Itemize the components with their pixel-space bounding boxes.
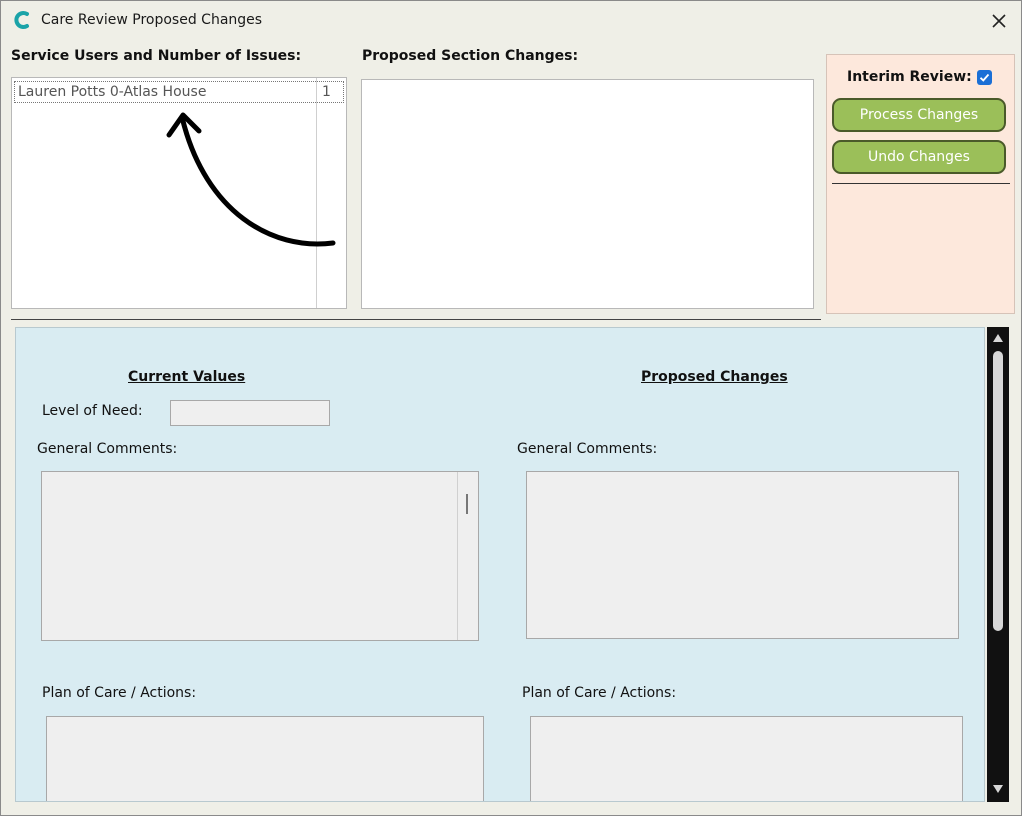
- service-user-name: Lauren Potts 0-Atlas House: [18, 84, 207, 100]
- triangle-up-icon: [993, 334, 1003, 342]
- scrollbar-thumb[interactable]: [466, 494, 468, 514]
- proposed-changes-heading: Proposed Changes: [641, 369, 788, 385]
- service-users-list[interactable]: Lauren Potts 0-Atlas House 1: [11, 77, 347, 309]
- divider: [832, 183, 1010, 184]
- undo-changes-button[interactable]: Undo Changes: [832, 140, 1006, 174]
- issue-count: 1: [322, 84, 331, 100]
- list-item[interactable]: Lauren Potts 0-Atlas House 1: [14, 81, 344, 103]
- title-bar: Care Review Proposed Changes: [1, 1, 1021, 41]
- proposed-section-list[interactable]: [361, 79, 814, 309]
- proposed-general-comments-label: General Comments:: [517, 441, 658, 457]
- proposed-general-comments-field[interactable]: [526, 471, 959, 639]
- care-review-window: Care Review Proposed Changes Service Use…: [0, 0, 1022, 816]
- checkmark-icon: [979, 73, 990, 82]
- close-button[interactable]: [985, 7, 1013, 35]
- close-icon: [992, 14, 1006, 28]
- current-values-heading: Current Values: [128, 369, 246, 385]
- proposed-plan-of-care-label: Plan of Care / Actions:: [522, 685, 677, 701]
- change-details-panel: Current Values Proposed Changes Level of…: [15, 327, 985, 802]
- action-panel: Interim Review: Process Changes Undo Cha…: [826, 54, 1015, 314]
- scroll-up-button[interactable]: [991, 331, 1005, 345]
- process-changes-button[interactable]: Process Changes: [832, 98, 1006, 132]
- current-general-comments-label: General Comments:: [37, 441, 178, 457]
- current-plan-of-care-label: Plan of Care / Actions:: [42, 685, 197, 701]
- vertical-scrollbar[interactable]: [987, 327, 1009, 802]
- current-plan-of-care-field[interactable]: [46, 716, 484, 801]
- interim-review-label: Interim Review:: [847, 69, 972, 85]
- service-users-label: Service Users and Number of Issues:: [11, 48, 302, 64]
- triangle-down-icon: [993, 785, 1003, 793]
- divider: [11, 319, 821, 320]
- interim-review-checkbox[interactable]: [977, 70, 992, 85]
- scrollbar-track: [457, 472, 458, 640]
- proposed-plan-of-care-field[interactable]: [530, 716, 963, 801]
- level-of-need-label: Level of Need:: [42, 403, 143, 419]
- level-of-need-field[interactable]: [170, 400, 330, 426]
- window-title: Care Review Proposed Changes: [41, 12, 263, 28]
- scroll-down-button[interactable]: [991, 782, 1005, 796]
- scrollbar-thumb[interactable]: [993, 351, 1003, 631]
- current-general-comments-field[interactable]: [41, 471, 479, 641]
- app-logo-icon: [14, 11, 29, 29]
- column-divider: [316, 78, 317, 308]
- proposed-section-label: Proposed Section Changes:: [362, 48, 579, 64]
